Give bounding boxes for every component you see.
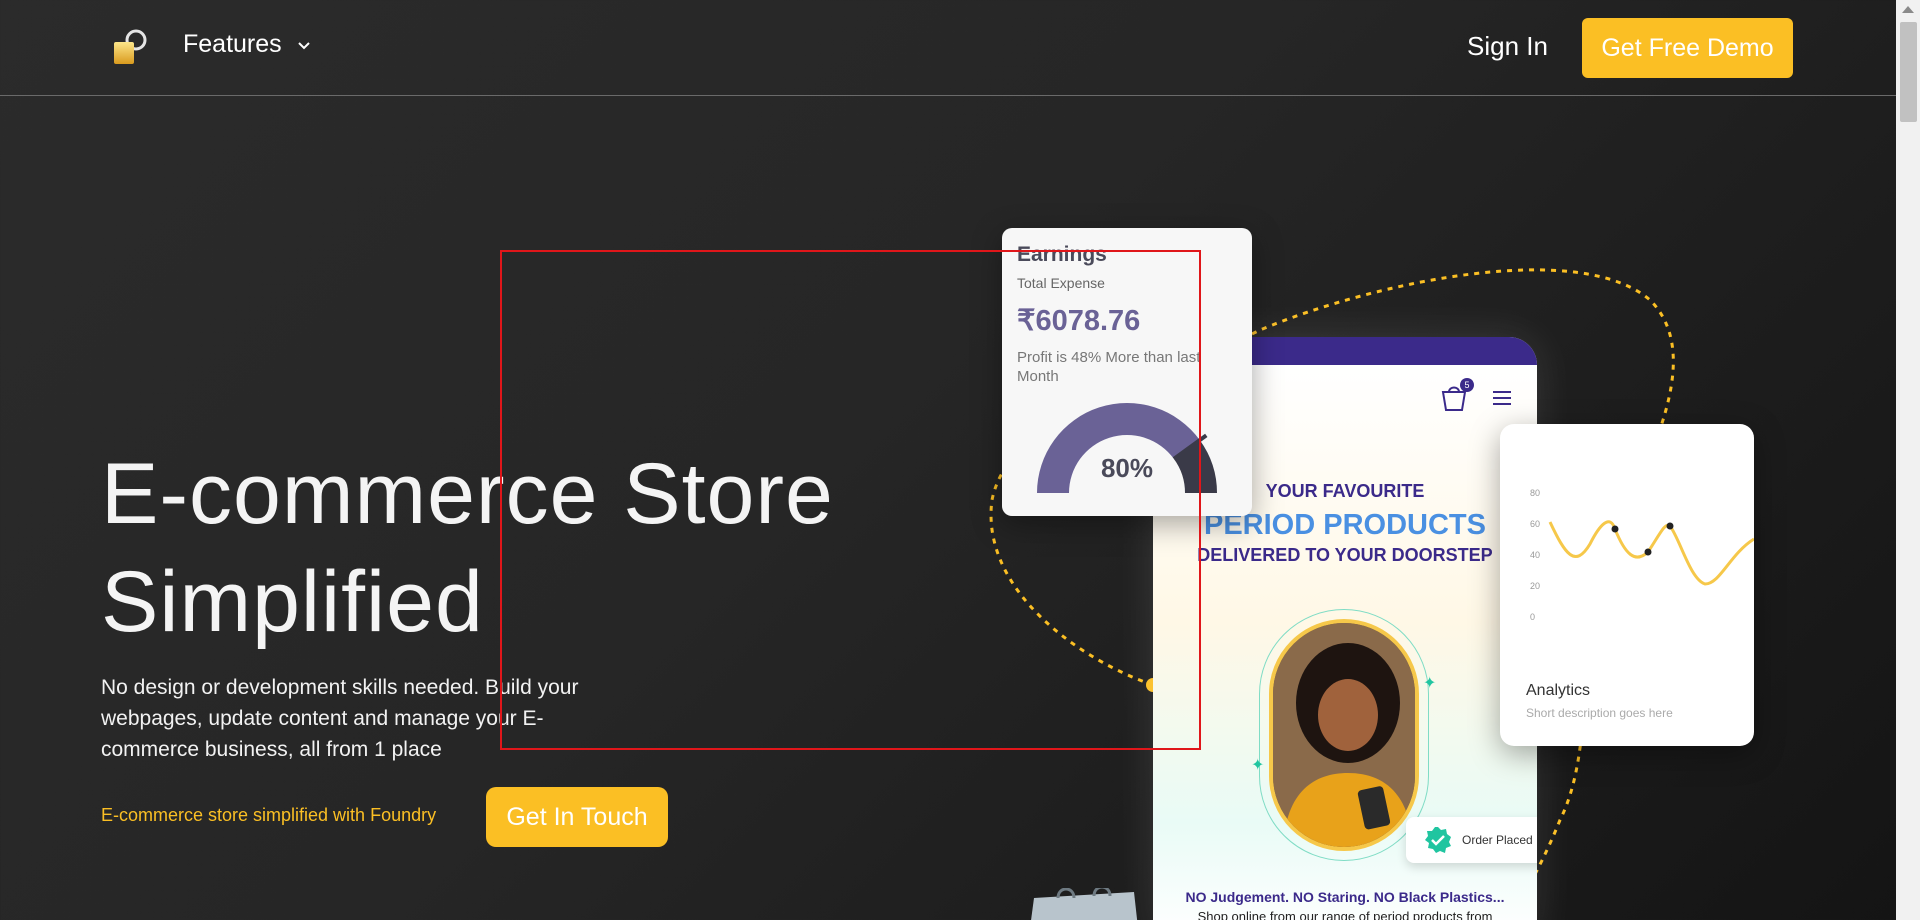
nav-features-label: Features bbox=[183, 30, 282, 58]
analytics-y-tick-label: 60 bbox=[1530, 519, 1540, 529]
analytics-line-chart: 80 60 40 20 0 bbox=[1530, 488, 1754, 622]
scroll-thumb[interactable] bbox=[1900, 22, 1917, 122]
order-placed-chip: Order Placed bbox=[1406, 817, 1537, 863]
analytics-y-tick-label: 0 bbox=[1530, 612, 1535, 622]
earnings-card: Earnings Total Expense ₹6078.76 Profit i… bbox=[1002, 228, 1252, 516]
analytics-data-point bbox=[1611, 525, 1619, 533]
analytics-data-point bbox=[1666, 522, 1674, 530]
analytics-y-tick-label: 80 bbox=[1530, 488, 1540, 498]
cart-count-badge: 5 bbox=[1460, 378, 1474, 392]
earnings-gauge bbox=[1037, 403, 1217, 493]
get-free-demo-button[interactable]: Get Free Demo bbox=[1582, 18, 1793, 78]
hero-tagline: E-commerce store simplified with Foundry bbox=[101, 805, 437, 825]
hamburger-menu-icon bbox=[1493, 391, 1511, 405]
analytics-title: Analytics bbox=[1526, 682, 1591, 699]
page-scrollbar[interactable] bbox=[1896, 0, 1920, 920]
get-in-touch-button[interactable]: Get In Touch bbox=[486, 787, 668, 847]
promo-body: Shop online from our range of period pro… bbox=[1197, 909, 1493, 920]
woman-portrait-image bbox=[1269, 619, 1419, 851]
promo-headline: NO Judgement. NO Staring. NO Black Plast… bbox=[1185, 889, 1505, 905]
scroll-up-arrow-icon[interactable] bbox=[1902, 6, 1914, 13]
analytics-data-point bbox=[1644, 548, 1652, 556]
analytics-y-tick-label: 20 bbox=[1530, 581, 1540, 591]
earnings-subtitle: Total Expense bbox=[1017, 275, 1105, 291]
sparkle-icon: ✦ bbox=[1423, 675, 1437, 692]
lock-logo-icon[interactable] bbox=[112, 28, 148, 68]
chevron-down-icon bbox=[297, 41, 310, 49]
shopping-bag-illustration bbox=[1031, 888, 1138, 920]
nav-features-dropdown[interactable]: Features bbox=[183, 30, 314, 59]
hero-title-line2: Simplified bbox=[101, 554, 484, 650]
site-header: Features Sign In Get Free Demo bbox=[0, 0, 1896, 96]
gauge-percent-label: 80% bbox=[1100, 453, 1154, 483]
hero-title-line1: E-commerce Store bbox=[101, 446, 834, 542]
banner-line3: DELIVERED TO YOUR DOORSTEP bbox=[1197, 545, 1493, 565]
earnings-amount: ₹6078.76 bbox=[1017, 305, 1141, 337]
hero-description: No design or development skills needed. … bbox=[101, 676, 579, 761]
hero-title: E-commerce Store Simplified bbox=[101, 440, 981, 656]
earnings-title: Earnings bbox=[1017, 243, 1107, 266]
check-badge-icon bbox=[1425, 827, 1451, 853]
sparkle-icon: ✦ bbox=[1251, 757, 1265, 774]
earnings-note: Profit is 48% More than last Month bbox=[1017, 349, 1201, 385]
analytics-series-line bbox=[1548, 520, 1754, 586]
order-status-text: Order Placed bbox=[1462, 833, 1533, 847]
analytics-card: 80 60 40 20 0 Analytics Short description go… bbox=[1500, 424, 1754, 746]
sign-in-link[interactable]: Sign In bbox=[1467, 31, 1548, 62]
analytics-description: Short description goes here bbox=[1526, 706, 1673, 720]
analytics-y-tick-label: 40 bbox=[1530, 550, 1540, 560]
